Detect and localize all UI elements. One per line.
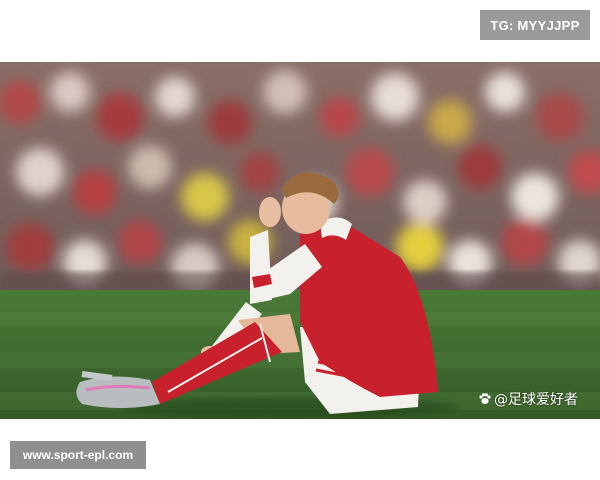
watermark-text: @足球爱好者 <box>494 392 578 408</box>
telegram-tag: TG: MYYJJPP <box>480 10 590 40</box>
site-url-tag: www.sport-epl.com <box>10 441 146 469</box>
jersey-number: 8 <box>330 338 340 358</box>
watermark: @足球爱好者 <box>478 389 578 409</box>
paw-icon <box>479 393 491 404</box>
telegram-tag-text: TG: MYYJJPP <box>490 17 580 33</box>
site-url-text: www.sport-epl.com <box>22 448 134 462</box>
match-photo: 8 <box>0 62 600 419</box>
photo-illustration: 8 <box>0 62 600 419</box>
